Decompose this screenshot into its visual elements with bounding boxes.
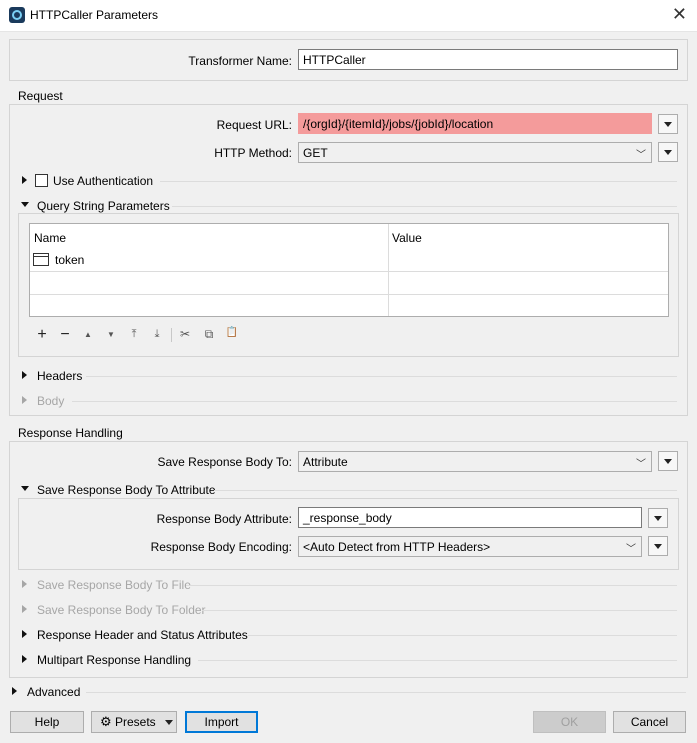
divider [198, 660, 677, 661]
row-divider [30, 271, 668, 272]
save-response-to-label: Save Response Body To: [157, 455, 292, 469]
expand-arrow-icon [22, 396, 27, 404]
move-top-icon[interactable]: ⤒ [126, 328, 142, 341]
expand-arrow-icon[interactable] [22, 176, 27, 184]
dropdown-arrow-icon [165, 720, 173, 725]
response-body-attribute-label: Response Body Attribute: [156, 512, 292, 526]
response-body-attribute-menu-button[interactable] [648, 508, 668, 528]
response-section-label: Response Handling [18, 426, 123, 440]
response-body-encoding-value: <Auto Detect from HTTP Headers> [303, 540, 491, 554]
expand-arrow-icon[interactable] [12, 687, 17, 695]
headers-section-label[interactable]: Headers [37, 369, 82, 383]
transformer-name-label: Transformer Name: [188, 54, 292, 68]
move-bottom-icon[interactable]: ⤓ [149, 328, 165, 341]
ok-button[interactable]: OK [533, 711, 606, 733]
http-method-value: GET [303, 146, 328, 160]
expand-arrow-icon[interactable] [22, 655, 27, 663]
help-button[interactable]: Help [10, 711, 84, 733]
row-type-icon [33, 253, 49, 266]
cut-icon[interactable]: ✂ [177, 327, 193, 341]
presets-button-label: Presets [115, 715, 156, 729]
divider [86, 376, 677, 377]
save-response-to-value: Attribute [303, 455, 348, 469]
title-bar: HTTPCaller Parameters ✕ [0, 0, 697, 32]
gear-icon: ⚙ [100, 714, 112, 729]
divider [160, 181, 677, 182]
cancel-button[interactable]: Cancel [613, 711, 686, 733]
divider [186, 585, 677, 586]
query-string-section-label[interactable]: Query String Parameters [37, 199, 170, 213]
multipart-section-label[interactable]: Multipart Response Handling [37, 653, 191, 667]
divider [72, 401, 677, 402]
row-divider [30, 294, 668, 295]
presets-button[interactable]: ⚙ Presets [91, 711, 177, 733]
http-method-label: HTTP Method: [214, 146, 292, 160]
advanced-section-label[interactable]: Advanced [27, 685, 80, 699]
request-url-input[interactable]: /{orgId}/{itemId}/jobs/{jobId}/location [298, 113, 652, 134]
remove-row-icon[interactable]: − [57, 326, 73, 344]
expand-arrow-icon [22, 580, 27, 588]
window-title: HTTPCaller Parameters [30, 8, 159, 22]
request-url-menu-button[interactable] [658, 114, 678, 134]
app-icon [9, 7, 25, 23]
collapse-arrow-icon[interactable] [21, 202, 29, 207]
column-divider [388, 224, 389, 316]
expand-arrow-icon[interactable] [22, 630, 27, 638]
divider [202, 610, 677, 611]
paste-icon[interactable]: 📋 [224, 327, 240, 338]
column-header-value[interactable]: Value [392, 231, 422, 245]
request-url-label: Request URL: [216, 118, 292, 132]
chevron-down-icon: ﹀ [636, 150, 646, 161]
move-down-icon[interactable]: ▼ [103, 330, 119, 339]
save-response-to-select[interactable]: Attribute ﹀ [298, 451, 652, 472]
transformer-name-input[interactable]: HTTPCaller [298, 49, 678, 70]
response-body-attribute-input[interactable]: _response_body [298, 507, 642, 528]
close-icon[interactable]: ✕ [672, 5, 687, 23]
expand-arrow-icon[interactable] [22, 371, 27, 379]
save-to-attribute-section-label[interactable]: Save Response Body To Attribute [37, 483, 216, 497]
response-body-encoding-select[interactable]: <Auto Detect from HTTP Headers> ﹀ [298, 536, 642, 557]
response-body-encoding-label: Response Body Encoding: [150, 540, 292, 554]
chevron-down-icon: ﹀ [636, 459, 646, 470]
divider [214, 490, 677, 491]
response-body-encoding-menu-button[interactable] [648, 536, 668, 556]
column-header-name[interactable]: Name [34, 231, 66, 245]
collapse-arrow-icon[interactable] [21, 486, 29, 491]
table-row-name[interactable]: token [55, 253, 84, 267]
save-to-folder-section-label: Save Response Body To Folder [37, 603, 206, 617]
divider [172, 206, 677, 207]
expand-arrow-icon [22, 605, 27, 613]
chevron-down-icon: ﹀ [626, 544, 636, 555]
use-authentication-label: Use Authentication [53, 174, 154, 188]
toolbar-separator [171, 328, 172, 342]
save-to-file-section-label: Save Response Body To File [37, 578, 191, 592]
response-header-status-section-label[interactable]: Response Header and Status Attributes [37, 628, 248, 642]
query-params-table: Name Value token [29, 223, 669, 317]
http-method-select[interactable]: GET ﹀ [298, 142, 652, 163]
http-method-menu-button[interactable] [658, 142, 678, 162]
move-up-icon[interactable]: ▲ [80, 330, 96, 339]
import-button[interactable]: Import [185, 711, 258, 733]
add-row-icon[interactable]: + [34, 326, 50, 344]
save-response-to-menu-button[interactable] [658, 451, 678, 471]
use-authentication-checkbox[interactable] [35, 174, 48, 187]
divider [86, 692, 686, 693]
request-section-label: Request [18, 89, 63, 103]
body-section-label: Body [37, 394, 65, 408]
divider [248, 635, 677, 636]
copy-icon[interactable]: ⧉ [201, 327, 217, 342]
